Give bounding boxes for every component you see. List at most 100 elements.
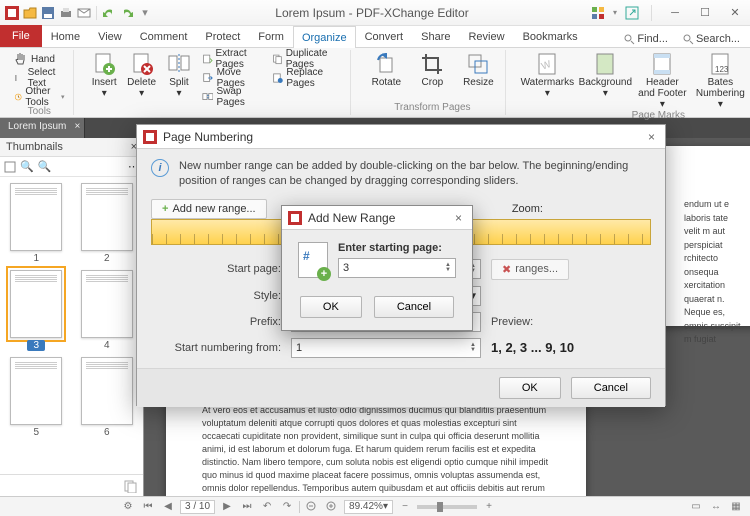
options-icon[interactable]: ⚙ bbox=[120, 500, 136, 514]
window-title: Lorem Ipsum - PDF-XChange Editor bbox=[153, 6, 591, 20]
page-indicator[interactable]: 3 / 10 bbox=[180, 500, 215, 514]
nav-fwd-icon[interactable]: ↷ bbox=[279, 500, 295, 514]
thumbnails-list[interactable]: 1 2 3 4 5 6 bbox=[0, 177, 143, 474]
remove-ranges-button[interactable]: ✖ranges... bbox=[491, 259, 569, 280]
document-tab[interactable]: Lorem Ipsum × bbox=[0, 118, 85, 138]
layout-icon[interactable]: ▦ bbox=[728, 500, 744, 514]
move-pages[interactable]: Move Pages bbox=[200, 69, 266, 87]
tab-form[interactable]: Form bbox=[249, 25, 293, 47]
thumb-copy-icon[interactable] bbox=[123, 479, 137, 493]
hand-label: Hand bbox=[31, 54, 55, 65]
svg-text:123: 123 bbox=[715, 65, 729, 74]
start-numbering-input[interactable]: 1▲▼ bbox=[291, 338, 481, 358]
fit-width-icon[interactable]: ↔ bbox=[708, 500, 724, 514]
thumbnail-6[interactable]: 6 bbox=[77, 357, 138, 438]
thumbnail-1[interactable]: 1 bbox=[6, 183, 67, 264]
tab-home[interactable]: Home bbox=[42, 25, 89, 47]
nav-back-icon[interactable]: ↶ bbox=[259, 500, 275, 514]
document-tab-label: Lorem Ipsum bbox=[8, 121, 66, 132]
rotate-pages[interactable]: Rotate bbox=[365, 50, 407, 88]
tab-convert[interactable]: Convert bbox=[356, 25, 413, 47]
file-tab[interactable]: File bbox=[0, 25, 42, 47]
zoom-value[interactable]: 89.42% ▾ bbox=[344, 500, 393, 514]
mail-icon[interactable] bbox=[76, 5, 92, 21]
dialog-titlebar[interactable]: Page Numbering × bbox=[137, 125, 665, 149]
tab-bookmarks[interactable]: Bookmarks bbox=[514, 25, 587, 47]
zoom-out-icon[interactable] bbox=[304, 500, 320, 514]
tab-view[interactable]: View bbox=[89, 25, 131, 47]
nav-prev-icon[interactable]: ◀ bbox=[160, 500, 176, 514]
zoom-in-icon[interactable] bbox=[324, 500, 340, 514]
dialog-ok-button[interactable]: OK bbox=[499, 377, 561, 399]
launch-icon[interactable] bbox=[625, 6, 639, 20]
insert-pages[interactable]: Insert▾ bbox=[88, 50, 121, 99]
nav-last-icon[interactable]: ⏭ bbox=[239, 500, 255, 514]
undo-icon[interactable] bbox=[101, 5, 117, 21]
bates-numbering[interactable]: 123Bates Numbering ▾ bbox=[692, 50, 748, 110]
header-footer[interactable]: Header and Footer ▾ bbox=[636, 50, 688, 110]
maximize-button[interactable]: ☐ bbox=[694, 4, 716, 22]
inner-cancel-button[interactable]: Cancel bbox=[374, 296, 454, 318]
fit-page-icon[interactable]: ▭ bbox=[688, 500, 704, 514]
starting-page-input[interactable]: 3▲▼ bbox=[338, 258, 456, 278]
tab-share[interactable]: Share bbox=[412, 25, 459, 47]
add-range-button[interactable]: +Add new range... bbox=[151, 199, 267, 219]
duplicate-pages[interactable]: Duplicate Pages bbox=[270, 50, 345, 68]
group-pages-label bbox=[215, 106, 218, 119]
thumbnail-4[interactable]: 4 bbox=[77, 270, 138, 351]
open-icon[interactable] bbox=[22, 5, 38, 21]
save-icon[interactable] bbox=[40, 5, 56, 21]
split-label: Split bbox=[169, 77, 188, 88]
add-range-label: Add new range... bbox=[172, 203, 255, 215]
replace-pages[interactable]: Replace Pages bbox=[270, 69, 345, 87]
dialog-cancel-button[interactable]: Cancel bbox=[571, 377, 651, 399]
thumbnail-5[interactable]: 5 bbox=[6, 357, 67, 438]
thumb-zoom-in-icon[interactable]: 🔍 bbox=[38, 160, 52, 173]
ui-options-icon[interactable] bbox=[591, 6, 605, 20]
group-transform: Rotate Crop Resize Transform Pages bbox=[359, 50, 506, 115]
preview-label: Preview: bbox=[491, 316, 533, 328]
thumbnail-3[interactable]: 3 bbox=[6, 270, 67, 351]
page-text: At vero eos et accusamus et iusto odio d… bbox=[202, 404, 550, 496]
thumbnails-toolbar: 🔍 🔍 ⋯ bbox=[0, 157, 143, 177]
prefix-label: Prefix: bbox=[151, 316, 281, 328]
tab-comment[interactable]: Comment bbox=[131, 25, 197, 47]
swap-pages[interactable]: Swap Pages bbox=[200, 88, 266, 106]
zoom-minus-icon[interactable]: − bbox=[397, 500, 413, 514]
watermarks[interactable]: WWatermarks▾ bbox=[520, 50, 574, 99]
quick-access-toolbar: ▾ bbox=[4, 5, 153, 21]
delete-pages[interactable]: Delete▾ bbox=[125, 50, 158, 99]
background[interactable]: Background▾ bbox=[578, 50, 632, 99]
thumbnail-2[interactable]: 2 bbox=[77, 183, 138, 264]
inner-dialog-close-icon[interactable]: × bbox=[451, 211, 466, 225]
inner-dialog-titlebar[interactable]: Add New Range × bbox=[282, 206, 472, 230]
split-pages[interactable]: Split▾ bbox=[162, 50, 195, 99]
extract-pages[interactable]: Extract Pages bbox=[200, 50, 266, 68]
zoom-slider[interactable] bbox=[417, 505, 477, 509]
thumb-zoom-out-icon[interactable]: 🔍 bbox=[20, 160, 34, 173]
hand-tool[interactable]: Hand bbox=[12, 50, 67, 68]
tab-protect[interactable]: Protect bbox=[196, 25, 249, 47]
resize-pages[interactable]: Resize bbox=[457, 50, 499, 88]
redo-icon[interactable] bbox=[119, 5, 135, 21]
tab-review[interactable]: Review bbox=[459, 25, 513, 47]
close-button[interactable]: ✕ bbox=[724, 4, 746, 22]
minimize-button[interactable]: ─ bbox=[664, 4, 686, 22]
select-text-tool[interactable]: ISelect Text bbox=[12, 69, 67, 87]
close-tab-icon[interactable]: × bbox=[75, 121, 81, 132]
print-icon[interactable] bbox=[58, 5, 74, 21]
dialog-close-icon[interactable]: × bbox=[644, 130, 659, 144]
search-button[interactable]: Search... bbox=[678, 31, 744, 47]
rotate-label: Rotate bbox=[372, 77, 401, 88]
nav-first-icon[interactable]: ⏮ bbox=[140, 500, 156, 514]
ui-dropdown-icon[interactable]: ▾ bbox=[613, 8, 617, 17]
crop-pages[interactable]: Crop bbox=[411, 50, 453, 88]
nav-next-icon[interactable]: ▶ bbox=[219, 500, 235, 514]
other-tools[interactable]: Other Tools▾ bbox=[12, 88, 67, 106]
find-button[interactable]: Find... bbox=[619, 31, 672, 47]
qat-dropdown-icon[interactable]: ▾ bbox=[137, 5, 153, 21]
thumb-options-icon[interactable] bbox=[4, 161, 16, 173]
tab-organize[interactable]: Organize bbox=[293, 26, 356, 48]
zoom-plus-icon[interactable]: + bbox=[481, 500, 497, 514]
inner-ok-button[interactable]: OK bbox=[300, 296, 362, 318]
